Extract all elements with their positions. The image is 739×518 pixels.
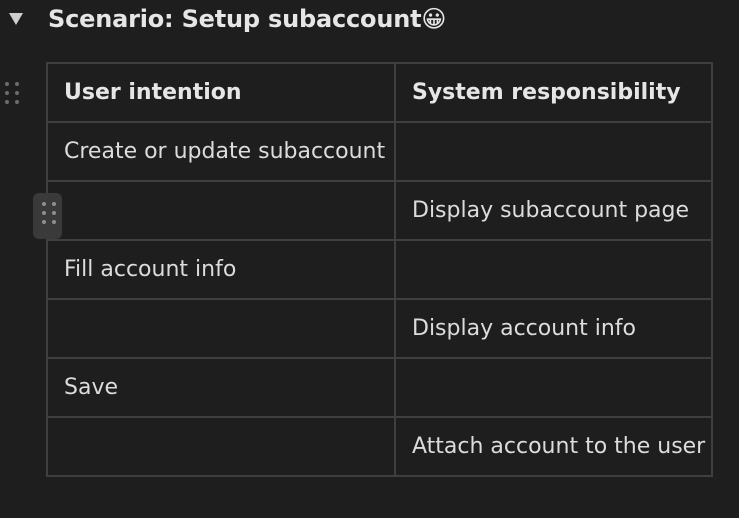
table-cell[interactable]: Display subaccount page <box>394 180 713 241</box>
table-header-row: User intention System responsibility <box>46 62 713 123</box>
table-cell[interactable]: Fill account info <box>46 239 396 300</box>
column-header-system-responsibility[interactable]: System responsibility <box>394 62 713 123</box>
table-cell[interactable] <box>46 298 396 359</box>
table-cell[interactable] <box>394 239 713 300</box>
heading-title: Scenario: Setup subaccount😀 <box>48 5 447 33</box>
table-cell[interactable]: Display account info <box>394 298 713 359</box>
table-row: Create or update subaccount <box>46 121 713 182</box>
table-cell[interactable] <box>394 121 713 182</box>
table-cell[interactable]: Attach account to the user <box>394 416 713 477</box>
table-cell[interactable] <box>46 180 396 241</box>
row-drag-handle-icon[interactable] <box>33 193 62 239</box>
triangle-down-icon[interactable] <box>9 13 23 25</box>
table-cell[interactable] <box>394 357 713 418</box>
table-cell[interactable]: Save <box>46 357 396 418</box>
toggle-heading: Scenario: Setup subaccount😀 <box>0 0 739 44</box>
table-row: Save <box>46 357 713 418</box>
column-header-user-intention[interactable]: User intention <box>46 62 396 123</box>
block-drag-handle-icon[interactable] <box>3 80 21 108</box>
table-row: Attach account to the user <box>46 416 713 477</box>
table-cell[interactable]: Create or update subaccount <box>46 121 396 182</box>
table-row: Display subaccount page <box>46 180 713 241</box>
table-cell[interactable] <box>46 416 396 477</box>
table-row: Display account info <box>46 298 713 359</box>
scenario-table: User intention System responsibility Cre… <box>46 62 713 477</box>
table-row: Fill account info <box>46 239 713 300</box>
